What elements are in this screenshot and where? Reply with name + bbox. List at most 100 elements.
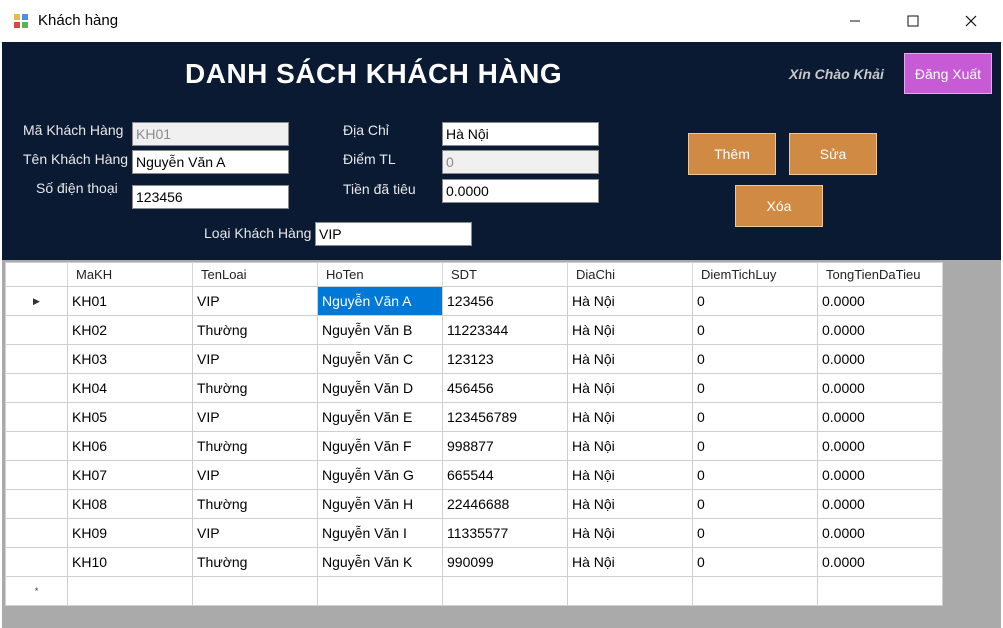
- column-header-diachi[interactable]: DiaChi: [567, 262, 693, 287]
- table-cell[interactable]: Nguyễn Văn I: [317, 518, 443, 548]
- table-cell[interactable]: KH03: [67, 344, 193, 374]
- table-cell-selected[interactable]: Nguyễn Văn A: [317, 286, 443, 316]
- table-cell[interactable]: Nguyễn Văn B: [317, 315, 443, 345]
- column-header-makh[interactable]: MaKH: [67, 262, 193, 287]
- table-cell[interactable]: 22446688: [442, 489, 568, 519]
- table-cell[interactable]: KH08: [67, 489, 193, 519]
- table-cell[interactable]: Hà Nội: [567, 373, 693, 403]
- table-cell[interactable]: KH01: [67, 286, 193, 316]
- table-cell[interactable]: 0: [692, 518, 818, 548]
- table-cell[interactable]: Nguyễn Văn G: [317, 460, 443, 490]
- table-cell[interactable]: Nguyễn Văn H: [317, 489, 443, 519]
- table-cell[interactable]: 0.0000: [817, 344, 943, 374]
- column-header-tongtiendatieu[interactable]: TongTienDaTieu: [817, 262, 943, 287]
- table-cell[interactable]: [442, 576, 568, 606]
- table-row[interactable]: KH06 Thường Nguyễn Văn F 998877 Hà Nội 0 0.000…: [5, 431, 943, 461]
- table-cell[interactable]: Thường: [192, 547, 318, 577]
- table-cell[interactable]: 123456: [442, 286, 568, 316]
- customer-grid[interactable]: MaKH TenLoai HoTen SDT DiaChi DiemTichLu…: [5, 262, 943, 606]
- table-cell[interactable]: [192, 576, 318, 606]
- table-cell[interactable]: 0: [692, 286, 818, 316]
- table-cell[interactable]: 0.0000: [817, 286, 943, 316]
- maximize-button[interactable]: [884, 0, 942, 42]
- table-row[interactable]: KH10 Thường Nguyễn Văn K 990099 Hà Nội 0 0.000…: [5, 547, 943, 577]
- table-cell[interactable]: 0.0000: [817, 373, 943, 403]
- table-cell[interactable]: 456456: [442, 373, 568, 403]
- table-cell[interactable]: 990099: [442, 547, 568, 577]
- table-cell[interactable]: 0: [692, 489, 818, 519]
- table-cell[interactable]: Thường: [192, 489, 318, 519]
- table-cell[interactable]: 0.0000: [817, 518, 943, 548]
- row-header[interactable]: [5, 547, 68, 577]
- table-cell[interactable]: KH09: [67, 518, 193, 548]
- table-cell[interactable]: VIP: [192, 460, 318, 490]
- table-row[interactable]: KH08 Thường Nguyễn Văn H 22446688 Hà Nội 0 0.0…: [5, 489, 943, 519]
- them-button[interactable]: Thêm: [688, 133, 776, 175]
- xoa-button[interactable]: Xóa: [735, 185, 823, 227]
- table-cell[interactable]: 0: [692, 315, 818, 345]
- table-row[interactable]: KH07 VIP Nguyễn Văn G 665544 Hà Nội 0 0.0000: [5, 460, 943, 490]
- table-cell[interactable]: 0: [692, 373, 818, 403]
- table-cell[interactable]: Hà Nội: [567, 431, 693, 461]
- table-cell[interactable]: 123456789: [442, 402, 568, 432]
- ma-kh-field[interactable]: [132, 122, 289, 146]
- table-cell[interactable]: VIP: [192, 402, 318, 432]
- row-header[interactable]: [5, 460, 68, 490]
- row-header[interactable]: [5, 518, 68, 548]
- table-row[interactable]: KH02 Thường Nguyễn Văn B 11223344 Hà Nội 0 0.0…: [5, 315, 943, 345]
- table-cell[interactable]: 11223344: [442, 315, 568, 345]
- table-cell[interactable]: 11335577: [442, 518, 568, 548]
- table-cell[interactable]: 0.0000: [817, 315, 943, 345]
- table-cell[interactable]: Thường: [192, 431, 318, 461]
- table-cell[interactable]: KH06: [67, 431, 193, 461]
- column-header-sdt[interactable]: SDT: [442, 262, 568, 287]
- table-cell[interactable]: 665544: [442, 460, 568, 490]
- table-row[interactable]: KH04 Thường Nguyễn Văn D 456456 Hà Nội 0 0.000…: [5, 373, 943, 403]
- table-cell[interactable]: Hà Nội: [567, 344, 693, 374]
- current-row-indicator-icon[interactable]: ▶: [5, 286, 68, 316]
- table-cell[interactable]: Hà Nội: [567, 518, 693, 548]
- table-cell[interactable]: 0: [692, 431, 818, 461]
- sdt-field[interactable]: [132, 185, 289, 209]
- diem-tl-field[interactable]: [442, 150, 599, 174]
- table-cell[interactable]: [692, 576, 818, 606]
- table-cell[interactable]: Thường: [192, 315, 318, 345]
- table-cell[interactable]: Hà Nội: [567, 402, 693, 432]
- table-cell[interactable]: 0: [692, 344, 818, 374]
- table-cell[interactable]: 0.0000: [817, 460, 943, 490]
- row-header[interactable]: [5, 315, 68, 345]
- table-cell[interactable]: 123123: [442, 344, 568, 374]
- table-cell[interactable]: 0.0000: [817, 402, 943, 432]
- table-cell[interactable]: Nguyễn Văn F: [317, 431, 443, 461]
- table-cell[interactable]: KH10: [67, 547, 193, 577]
- table-cell[interactable]: 0.0000: [817, 489, 943, 519]
- column-header-tenloai[interactable]: TenLoai: [192, 262, 318, 287]
- sua-button[interactable]: Sửa: [789, 133, 877, 175]
- table-cell[interactable]: VIP: [192, 286, 318, 316]
- ten-kh-field[interactable]: [132, 150, 289, 174]
- column-header-hoten[interactable]: HoTen: [317, 262, 443, 287]
- table-cell[interactable]: 0: [692, 547, 818, 577]
- close-button[interactable]: [942, 0, 1000, 42]
- table-cell[interactable]: [317, 576, 443, 606]
- table-cell[interactable]: Hà Nội: [567, 460, 693, 490]
- new-row[interactable]: *: [5, 576, 943, 606]
- table-cell[interactable]: 0: [692, 460, 818, 490]
- table-cell[interactable]: Nguyễn Văn D: [317, 373, 443, 403]
- table-cell[interactable]: [67, 576, 193, 606]
- table-cell[interactable]: Nguyễn Văn K: [317, 547, 443, 577]
- row-header[interactable]: [5, 431, 68, 461]
- column-header-diemtichluy[interactable]: DiemTichLuy: [692, 262, 818, 287]
- logout-button[interactable]: Đăng Xuất: [904, 53, 992, 94]
- dia-chi-field[interactable]: [442, 122, 599, 146]
- table-cell[interactable]: 998877: [442, 431, 568, 461]
- table-cell[interactable]: 0.0000: [817, 431, 943, 461]
- table-cell[interactable]: VIP: [192, 518, 318, 548]
- table-cell[interactable]: 0.0000: [817, 547, 943, 577]
- table-cell[interactable]: Hà Nội: [567, 489, 693, 519]
- table-cell[interactable]: VIP: [192, 344, 318, 374]
- minimize-button[interactable]: [826, 0, 884, 42]
- table-row[interactable]: KH03 VIP Nguyễn Văn C 123123 Hà Nội 0 0.0000: [5, 344, 943, 374]
- row-header[interactable]: [5, 402, 68, 432]
- new-row-indicator-icon[interactable]: *: [5, 576, 68, 606]
